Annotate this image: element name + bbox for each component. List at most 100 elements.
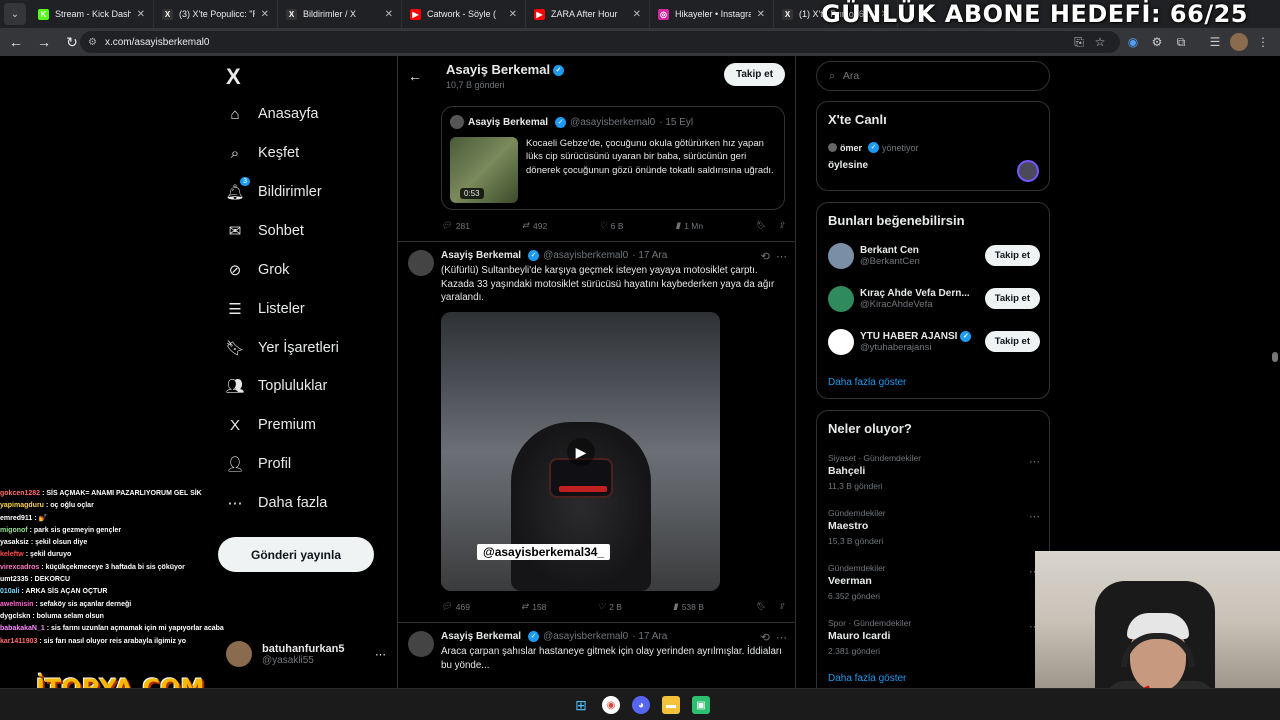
views-button[interactable]: ▮ 1 Mn xyxy=(676,220,704,231)
author-avatar[interactable] xyxy=(408,631,434,657)
chrome-icon[interactable]: ◉ xyxy=(602,696,620,714)
share-icon[interactable]: ⇪ xyxy=(778,220,785,231)
follow-button[interactable]: Takip et xyxy=(984,245,1040,266)
post[interactable]: Asayiş Berkemal ✓ @asayisberkemal0 · 17 … xyxy=(398,241,795,621)
reading-list-icon[interactable]: ☰ xyxy=(1206,33,1224,51)
nav-item-premium[interactable]: X Premium xyxy=(226,411,316,439)
search-input[interactable]: ⌕ Ara xyxy=(816,61,1050,91)
post-button[interactable]: Gönderi yayınla xyxy=(218,537,374,572)
account-more-icon[interactable]: ⋯ xyxy=(375,648,386,661)
nav-item-profil[interactable]: 👤︎ Profil xyxy=(225,450,291,478)
page-scrollbar[interactable] xyxy=(1272,352,1278,362)
nav-item-topluluklar[interactable]: 👥︎ Topluluklar xyxy=(225,372,327,400)
reply-button[interactable]: 💬︎ 281 xyxy=(441,220,470,231)
extensions-puzzle-icon[interactable]: ⧉ xyxy=(1172,33,1190,51)
x-logo-icon[interactable]: X xyxy=(226,64,241,90)
bookmark-icon[interactable]: 🔖︎ xyxy=(755,601,766,612)
tab-close-icon[interactable]: ✕ xyxy=(261,9,269,20)
chat-text: : DEKORCU xyxy=(30,576,71,584)
post-video[interactable]: ▶ @asayisberkemal34_ xyxy=(441,312,720,591)
tab-close-icon[interactable]: ✕ xyxy=(509,9,517,20)
like-button[interactable]: ♡ 6 B xyxy=(599,220,623,231)
nav-item-grok[interactable]: ⊘ Grok xyxy=(226,256,290,284)
url-field[interactable]: ⚙ x.com/asayisberkemal0 xyxy=(80,31,1120,53)
discord-icon[interactable]: ◕ xyxy=(632,696,650,714)
nav-item-anasayfa[interactable]: ⌂ Anasayfa xyxy=(226,100,318,128)
nav-item-sohbet[interactable]: ✉ Sohbet xyxy=(226,217,304,245)
browser-tab[interactable]: ◎ Hikayeler • Instagram ✕ xyxy=(650,0,774,28)
trend-item[interactable]: Gündemdekiler Veerman 6.352 gönderi ⋯ xyxy=(828,563,1040,601)
post-more-icon[interactable]: ⟲ ⋯ xyxy=(761,250,787,263)
tab-close-icon[interactable]: ✕ xyxy=(757,9,765,20)
tab-close-icon[interactable]: ✕ xyxy=(137,9,145,20)
quoted-post[interactable]: Asayiş Berkemal ✓ @asayisberkemal0 · 15 … xyxy=(441,106,785,210)
nav-item-daha-fazla[interactable]: ⋯ Daha fazla xyxy=(226,489,328,517)
who-to-follow-item[interactable]: YTÜ HABER AJANSI ✓ @ytuhaberajansi Takip … xyxy=(828,329,1040,355)
follow-button[interactable]: Takip et xyxy=(984,288,1040,309)
browser-tab[interactable]: X (3) X'te Populicc: "Ra ✕ xyxy=(154,0,278,28)
trend-more-icon[interactable]: ⋯ xyxy=(1029,455,1040,468)
repost-button[interactable]: ⇄ 492 xyxy=(522,220,547,231)
tab-title: (3) X'te Populicc: "Ra xyxy=(179,9,255,19)
browser-tab[interactable]: ▶ Catwork - Söyle (✕ xyxy=(402,0,526,28)
share-icon[interactable]: ⇪ xyxy=(778,601,785,612)
browser-tab[interactable]: X Bildirimler / X ✕ xyxy=(278,0,402,28)
forward-arrow-icon[interactable]: → xyxy=(32,30,56,54)
file-explorer-icon[interactable]: ▬ xyxy=(662,696,680,714)
author-name[interactable]: Asayiş Berkemal xyxy=(441,250,521,261)
windows-start-icon[interactable]: ⊞ xyxy=(572,696,590,714)
account-switcher[interactable]: batuhanfurkan5 @yasakli55 ⋯ xyxy=(226,641,386,667)
nav-item-keşfet[interactable]: ⌕ Keşfet xyxy=(226,139,299,167)
tab-favicon-icon: ▶ xyxy=(410,8,421,20)
author-name[interactable]: Asayiş Berkemal xyxy=(441,631,521,642)
bookmark-icon[interactable]: 🔖︎ xyxy=(755,220,766,231)
back-arrow-icon[interactable]: ← xyxy=(408,68,422,84)
browser-tab[interactable]: ▶ ZARA After Hour ✕ xyxy=(526,0,650,28)
author-avatar[interactable] xyxy=(408,250,434,276)
post-more-icon[interactable]: ⟲ ⋯ xyxy=(761,631,787,644)
views-button[interactable]: ▮ 538 B xyxy=(673,601,704,612)
tab-close-icon[interactable]: ✕ xyxy=(633,9,641,20)
who-to-follow-item[interactable]: Berkant Cen @BerkantCen Takip et xyxy=(828,243,1040,269)
post[interactable]: Asayiş Berkemal ✓ @asayisberkemal0 · 17 … xyxy=(398,622,795,688)
back-arrow-icon[interactable]: ← xyxy=(4,30,28,54)
post-date[interactable]: · 17 Ara xyxy=(632,631,667,642)
extension-gear-icon[interactable]: ⚙ xyxy=(1148,33,1166,51)
trend-item[interactable]: Siyaset · Gündemdekiler Bahçeli 11,3 B g… xyxy=(828,453,1040,491)
who-show-more-link[interactable]: Daha fazla göster xyxy=(828,377,906,388)
app-icon[interactable]: ▣ xyxy=(692,696,710,714)
browser-tab[interactable]: K Stream - Kick Dashbo ✕ xyxy=(30,0,154,28)
site-info-icon[interactable]: ⚙ xyxy=(88,37,97,48)
tab-search-icon[interactable]: ⌄ xyxy=(4,3,26,25)
nav-item-yer-i̇şaretleri[interactable]: 🔖︎ Yer İşaretleri xyxy=(225,334,338,362)
bookmark-star-icon[interactable]: ☆ xyxy=(1091,33,1109,51)
chat-username: yapimagduru xyxy=(0,502,44,510)
live-on-x-card[interactable]: X'te Canlı ömer ✓ yönetiyor öylesine xyxy=(816,101,1050,191)
nav-item-listeler[interactable]: ☰ Listeler xyxy=(226,295,305,323)
trend-more-icon[interactable]: ⋯ xyxy=(1029,510,1040,523)
extension-audio-icon[interactable]: ◉ xyxy=(1124,33,1142,51)
browser-menu-icon[interactable]: ⋮ xyxy=(1254,33,1272,51)
nav-item-bildirimler[interactable]: 🔔︎ 3 Bildirimler xyxy=(225,177,322,206)
nav-item-label: Listeler xyxy=(258,301,305,317)
follow-button[interactable]: Takip et xyxy=(984,331,1040,352)
trend-item[interactable]: Spor · Gündemdekiler Mauro Icardi 2.381 … xyxy=(828,618,1040,656)
tab-title: ZARA After Hour xyxy=(551,9,618,19)
author-handle[interactable]: @asayisberkemal0 xyxy=(543,631,628,642)
suggested-account-name: YTÜ HABER AJANSI ✓ xyxy=(860,330,972,342)
install-app-icon[interactable]: ⎘ xyxy=(1070,33,1088,51)
quoted-video-thumbnail[interactable]: 0:53 xyxy=(450,137,518,203)
author-handle[interactable]: @asayisberkemal0 xyxy=(543,250,628,261)
reply-button[interactable]: 💬︎ 469 xyxy=(441,601,470,612)
trend-name: Veerman xyxy=(828,575,872,587)
like-button[interactable]: ♡ 2 B xyxy=(598,601,622,612)
post-date[interactable]: · 17 Ara xyxy=(632,250,667,261)
who-to-follow-item[interactable]: Kıraç Ahde Vefa Dern... @KiracAhdeVefa T… xyxy=(828,286,1040,312)
tab-close-icon[interactable]: ✕ xyxy=(385,9,393,20)
follow-button[interactable]: Takip et xyxy=(724,63,786,86)
profile-avatar-icon[interactable] xyxy=(1230,33,1248,51)
play-icon[interactable]: ▶ xyxy=(567,438,595,466)
repost-button[interactable]: ⇄ 158 xyxy=(521,601,546,612)
trend-item[interactable]: Gündemdekiler Maestro 15,3 B gönderi ⋯ xyxy=(828,508,1040,546)
trends-show-more-link[interactable]: Daha fazla göster xyxy=(828,673,906,684)
